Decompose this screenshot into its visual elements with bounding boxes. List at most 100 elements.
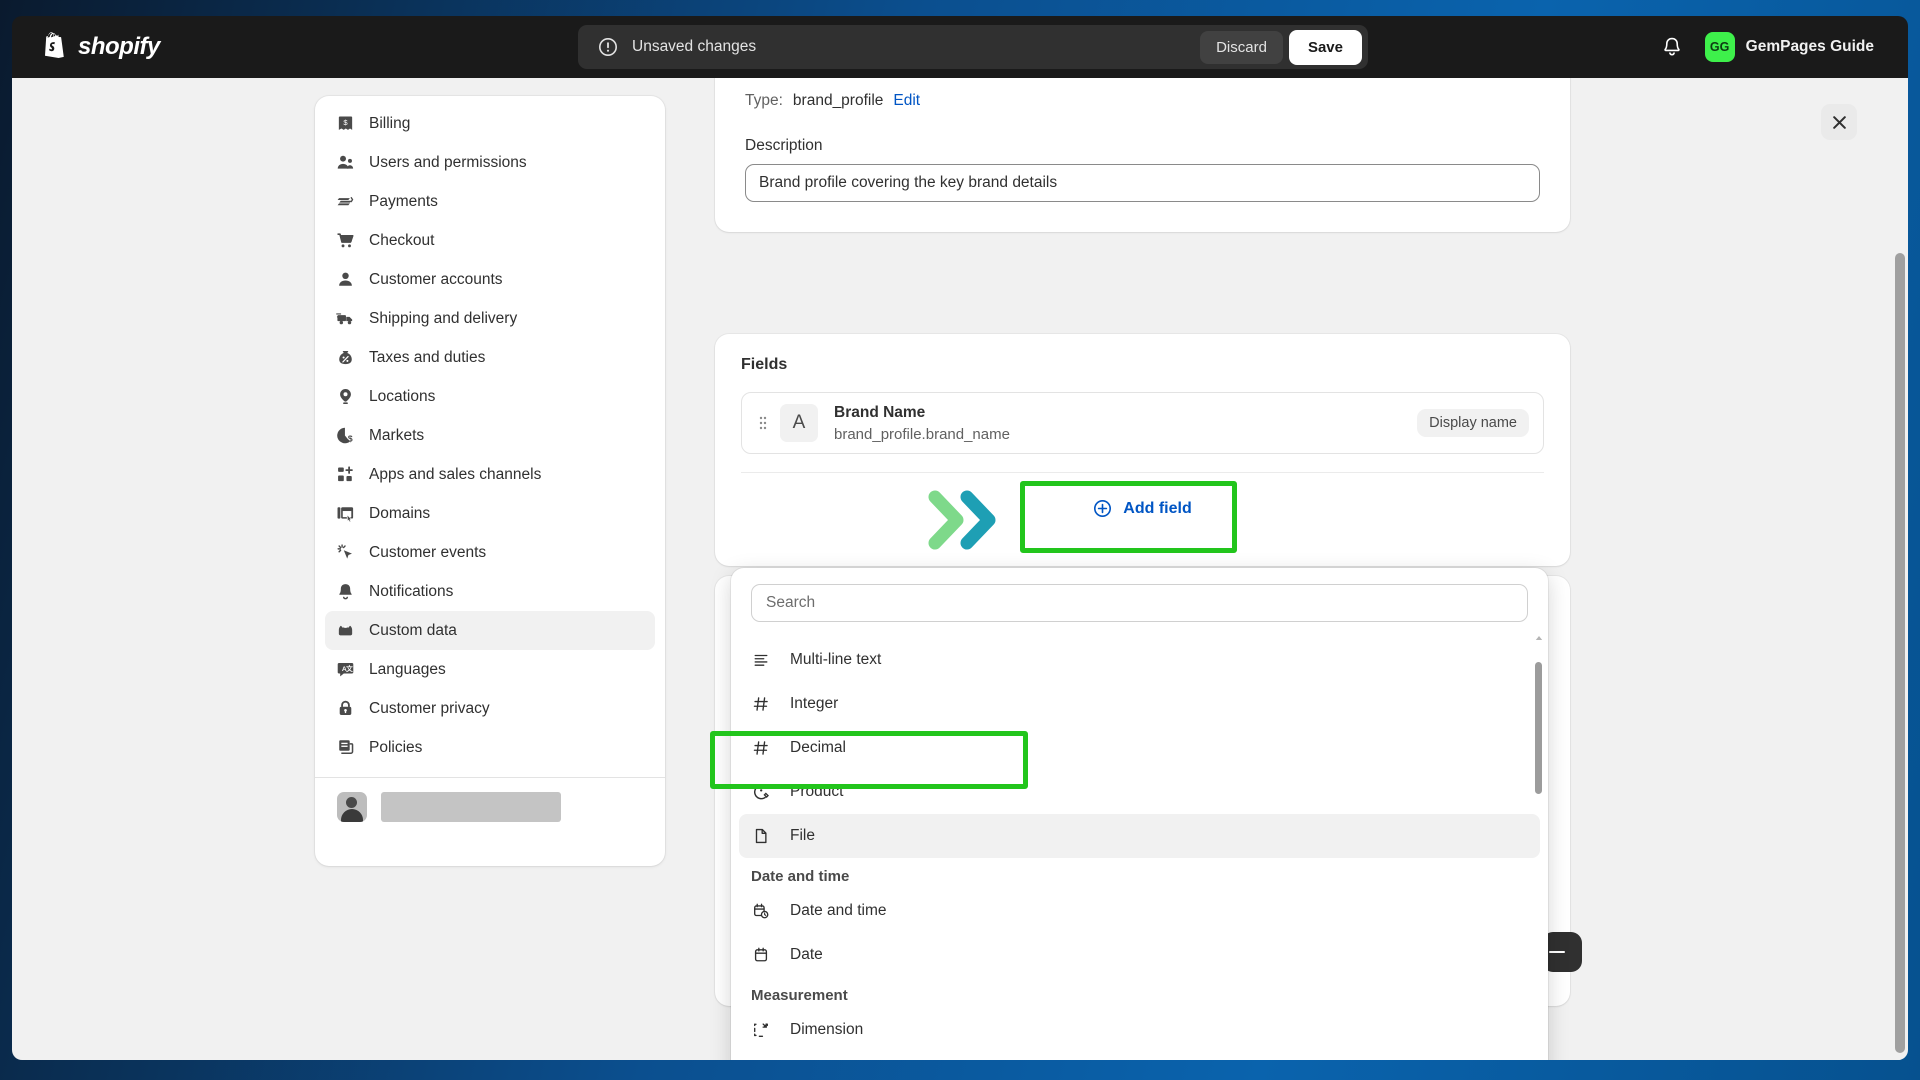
sidebar-item-label: Apps and sales channels bbox=[369, 465, 542, 483]
option-date[interactable]: Date bbox=[739, 933, 1540, 977]
sidebar-item-markets[interactable]: $ Markets bbox=[325, 416, 655, 455]
description-input[interactable] bbox=[745, 164, 1540, 202]
savebar-message-group: Unsaved changes bbox=[598, 37, 756, 57]
savebar-actions: Discard Save bbox=[1200, 29, 1362, 65]
definition-summary-card: Type: brand_profile Edit Description bbox=[715, 78, 1570, 232]
sidebar-item-taxes-and-duties[interactable]: Taxes and duties bbox=[325, 338, 655, 377]
option-label: File bbox=[790, 827, 815, 844]
sidebar-item-users-and-permissions[interactable]: Users and permissions bbox=[325, 143, 655, 182]
description-label: Description bbox=[745, 137, 823, 154]
account-menu[interactable]: GG GemPages Guide bbox=[1704, 32, 1874, 62]
field-name-group: Brand Name brand_profile.brand_name bbox=[834, 404, 1010, 443]
cart-icon bbox=[335, 231, 355, 251]
nav-account-footer[interactable] bbox=[315, 778, 665, 840]
option-label: Dimension bbox=[790, 1021, 864, 1038]
drag-handle-icon[interactable] bbox=[752, 415, 774, 431]
calendar-icon bbox=[751, 945, 771, 965]
bell-icon[interactable] bbox=[1661, 36, 1683, 58]
sidebar-item-checkout[interactable]: Checkout bbox=[325, 221, 655, 260]
domain-icon bbox=[335, 504, 355, 524]
option-multi-line-text[interactable]: Multi-line text bbox=[739, 638, 1540, 682]
sidebar-item-label: Customer accounts bbox=[369, 270, 503, 288]
location-pin-icon bbox=[335, 387, 355, 407]
field-type-popover: Multi-line text Integer Decimal Product bbox=[731, 568, 1548, 1060]
add-field-strip: Add field bbox=[741, 472, 1544, 544]
sidebar-item-languages[interactable]: A文 Languages bbox=[325, 650, 655, 689]
floating-action-chip[interactable] bbox=[1542, 932, 1582, 972]
account-name-redacted bbox=[381, 792, 561, 822]
option-label: Date and time bbox=[790, 902, 887, 919]
type-label: Type: bbox=[745, 92, 783, 109]
sidebar-item-custom-data[interactable]: Custom data bbox=[325, 611, 655, 650]
option-file[interactable]: File bbox=[739, 814, 1540, 858]
sidebar-item-label: Checkout bbox=[369, 231, 435, 249]
languages-icon: A文 bbox=[335, 660, 355, 680]
sidebar-item-label: Customer events bbox=[369, 543, 487, 561]
shopify-wordmark: shopify bbox=[78, 33, 160, 60]
hash-icon bbox=[751, 738, 771, 758]
unsaved-changes-bar: Unsaved changes Discard Save bbox=[578, 25, 1368, 69]
field-display-name: Brand Name bbox=[834, 403, 926, 421]
option-dimension[interactable]: Dimension bbox=[739, 1008, 1540, 1052]
type-row: Type: brand_profile Edit bbox=[745, 92, 1540, 110]
page-scrollbar-thumb[interactable] bbox=[1895, 253, 1905, 1053]
sidebar-item-domains[interactable]: Domains bbox=[325, 494, 655, 533]
sidebar-item-shipping-and-delivery[interactable]: Shipping and delivery bbox=[325, 299, 655, 338]
option-date-and-time[interactable]: Date and time bbox=[739, 889, 1540, 933]
sidebar-item-label: Billing bbox=[369, 114, 411, 132]
app-surface: $ Billing Users and permissions Payments bbox=[12, 78, 1908, 1060]
topbar-right-group: GG GemPages Guide bbox=[1661, 32, 1874, 62]
sidebar-item-label: Users and permissions bbox=[369, 153, 527, 171]
discard-button[interactable]: Discard bbox=[1200, 30, 1283, 64]
payments-icon bbox=[335, 192, 355, 212]
product-tag-icon bbox=[751, 782, 771, 802]
apps-icon bbox=[335, 465, 355, 485]
option-integer[interactable]: Integer bbox=[739, 682, 1540, 726]
alert-circle-icon bbox=[599, 38, 617, 56]
unsaved-changes-label: Unsaved changes bbox=[632, 38, 757, 55]
add-field-button[interactable]: Add field bbox=[1067, 487, 1217, 530]
policies-icon bbox=[335, 738, 355, 758]
shopify-topbar: shopify Unsaved changes Discard Save GG … bbox=[12, 16, 1908, 78]
sidebar-item-locations[interactable]: Locations bbox=[325, 377, 655, 416]
billing-icon: $ bbox=[335, 114, 355, 134]
sidebar-item-apps-and-sales-channels[interactable]: Apps and sales channels bbox=[325, 455, 655, 494]
plus-circle-icon bbox=[1094, 499, 1112, 518]
status-badge: Display name bbox=[1417, 409, 1529, 437]
sidebar-item-customer-privacy[interactable]: Customer privacy bbox=[325, 689, 655, 728]
svg-text:文: 文 bbox=[346, 664, 353, 673]
option-decimal[interactable]: Decimal bbox=[739, 726, 1540, 770]
sidebar-item-label: Custom data bbox=[369, 621, 457, 639]
sidebar-item-label: Languages bbox=[369, 660, 446, 678]
table-row[interactable]: A Brand Name brand_profile.brand_name Di… bbox=[741, 392, 1544, 454]
option-product[interactable]: Product bbox=[739, 770, 1540, 814]
sidebar-item-label: Payments bbox=[369, 192, 438, 210]
sidebar-item-notifications[interactable]: Notifications bbox=[325, 572, 655, 611]
shopify-logo[interactable]: shopify bbox=[42, 32, 160, 62]
dimension-icon bbox=[751, 1020, 771, 1040]
sidebar-item-customer-events[interactable]: Customer events bbox=[325, 533, 655, 572]
sidebar-item-payments[interactable]: Payments bbox=[325, 182, 655, 221]
fields-title: Fields bbox=[741, 356, 788, 373]
svg-text:$: $ bbox=[347, 434, 352, 444]
multiline-text-icon bbox=[751, 650, 771, 670]
sidebar-item-customer-accounts[interactable]: Customer accounts bbox=[325, 260, 655, 299]
hash-icon bbox=[751, 694, 771, 714]
date-time-icon bbox=[751, 901, 771, 921]
fields-card: Fields A Brand Name brand_profile.brand_… bbox=[715, 334, 1570, 566]
sidebar-item-label: Notifications bbox=[369, 582, 454, 600]
option-label: Product bbox=[790, 783, 844, 800]
sidebar-item-label: Customer privacy bbox=[369, 699, 490, 717]
close-button[interactable] bbox=[1821, 104, 1857, 140]
edit-type-link[interactable]: Edit bbox=[893, 92, 920, 110]
save-button[interactable]: Save bbox=[1288, 29, 1362, 65]
bell-icon bbox=[335, 582, 355, 602]
add-field-label: Add field bbox=[1123, 499, 1192, 517]
popover-scrollbar-thumb[interactable] bbox=[1535, 662, 1542, 794]
account-name: GemPages Guide bbox=[1745, 38, 1874, 55]
sidebar-item-billing[interactable]: $ Billing bbox=[325, 104, 655, 143]
sidebar-item-policies[interactable]: Policies bbox=[325, 728, 655, 767]
search-input[interactable] bbox=[751, 584, 1528, 622]
option-volume[interactable]: Volume bbox=[739, 1052, 1540, 1060]
custom-data-icon bbox=[335, 621, 355, 641]
